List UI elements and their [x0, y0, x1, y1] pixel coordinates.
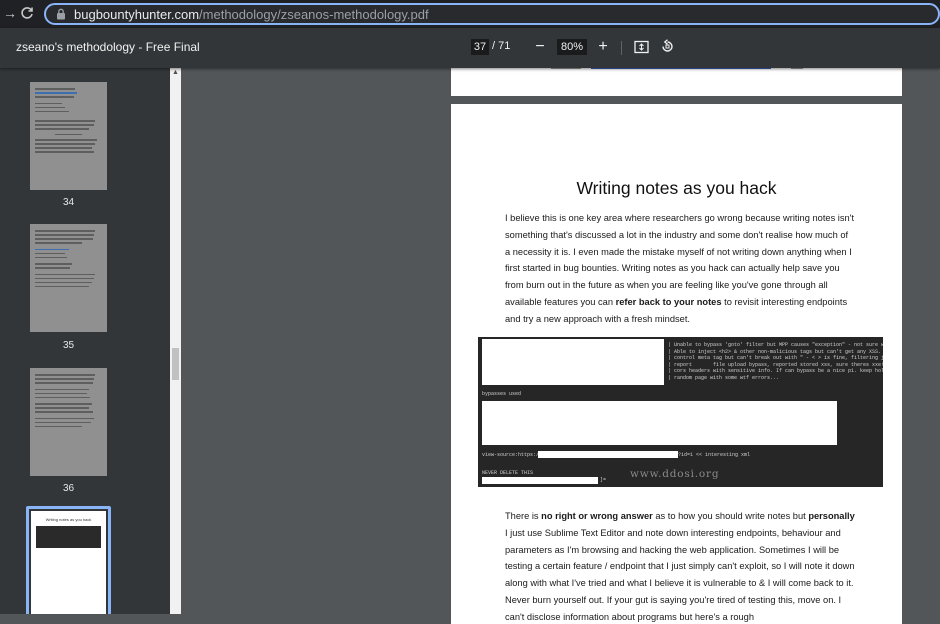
- view-source-suffix: ?id=1 << interesting xml: [678, 452, 751, 458]
- thumbnail-page-34[interactable]: [30, 82, 107, 190]
- thumbnail-page-36[interactable]: [30, 368, 107, 476]
- address-bar[interactable]: bugbountyhunter.com/methodology/zseanos-…: [44, 3, 940, 25]
- reload-icon[interactable]: [20, 6, 36, 22]
- sidebar-scrollbar[interactable]: [170, 68, 181, 614]
- url-path: /methodology/zseanos-methodology.pdf: [199, 6, 429, 22]
- toolbar-divider: [621, 41, 622, 55]
- zoom-level-input[interactable]: 80%: [557, 39, 587, 55]
- browser-url-bar: → bugbountyhunter.com/methodology/zseano…: [0, 0, 940, 28]
- rotate-icon[interactable]: [660, 39, 676, 55]
- para-text: There is: [505, 511, 542, 521]
- pdf-page-36-bottom: [451, 68, 902, 96]
- thumbnail-heading: Writing notes as you hack: [45, 517, 92, 522]
- thumbnail-sidebar: 34 35 36 Writing notes as you hack ▲: [0, 68, 181, 614]
- para-bold-text: no right or wrong answer: [541, 511, 653, 521]
- para-text: I believe this is one key area where res…: [505, 213, 855, 307]
- watermark: www.ddosi.org: [630, 468, 720, 480]
- para-text: as to how you should write notes but: [652, 511, 809, 521]
- page-total: / 71: [492, 40, 511, 52]
- sidebar-scroll-thumb[interactable]: [172, 348, 179, 380]
- thumbnail-label: 35: [62, 340, 75, 351]
- page-heading: Writing notes as you hack: [576, 178, 777, 198]
- paragraph-notes-intro: I believe this is one key area where res…: [505, 210, 855, 328]
- paragraph-notes-method: There is no right or wrong answer as to …: [505, 508, 855, 624]
- pdf-page-37: Writing notes as you hack I believe this…: [451, 104, 902, 624]
- zoom-out-button[interactable]: −: [530, 37, 550, 57]
- zoom-in-button[interactable]: +: [593, 37, 613, 57]
- redacted-box: [482, 401, 837, 445]
- back-arrow-icon[interactable]: →: [0, 5, 20, 21]
- bypasses-label: bypasses used: [482, 391, 522, 397]
- para-bold-text: personally: [808, 511, 855, 521]
- thumbnail-label: 34: [62, 197, 75, 208]
- redacted-box: [482, 339, 664, 385]
- notes-text: | Unable to bypass 'goto' filter but MPP…: [668, 342, 883, 381]
- pdf-toolbar: zseano's methodology - Free Final 37 / 7…: [0, 28, 940, 68]
- redacted-box: [538, 451, 678, 458]
- thumbnail-page-37-selected[interactable]: Writing notes as you hack: [26, 506, 111, 614]
- page-number-input[interactable]: 37: [471, 39, 489, 55]
- notes-screenshot-image: | Unable to bypass 'goto' filter but MPP…: [478, 337, 883, 487]
- thumbnail-label: 36: [62, 483, 75, 494]
- url-host: bugbountyhunter.com: [74, 6, 200, 22]
- lock-icon: [57, 8, 65, 20]
- scroll-up-arrow-icon[interactable]: ▲: [171, 68, 180, 77]
- para-text: I just use Sublime Text Editor and note …: [505, 527, 855, 622]
- document-title: zseano's methodology - Free Final: [16, 40, 200, 54]
- code-tail: ]=: [600, 477, 607, 483]
- para-bold-text: refer back to your notes: [615, 296, 722, 307]
- redacted-box: [482, 477, 598, 484]
- thumbnail-page-35[interactable]: [30, 224, 107, 332]
- never-delete-label: NEVER DELETE THIS: [482, 470, 534, 476]
- fit-to-page-icon[interactable]: [634, 40, 650, 56]
- view-source-prefix: view-source:https://: [482, 452, 543, 458]
